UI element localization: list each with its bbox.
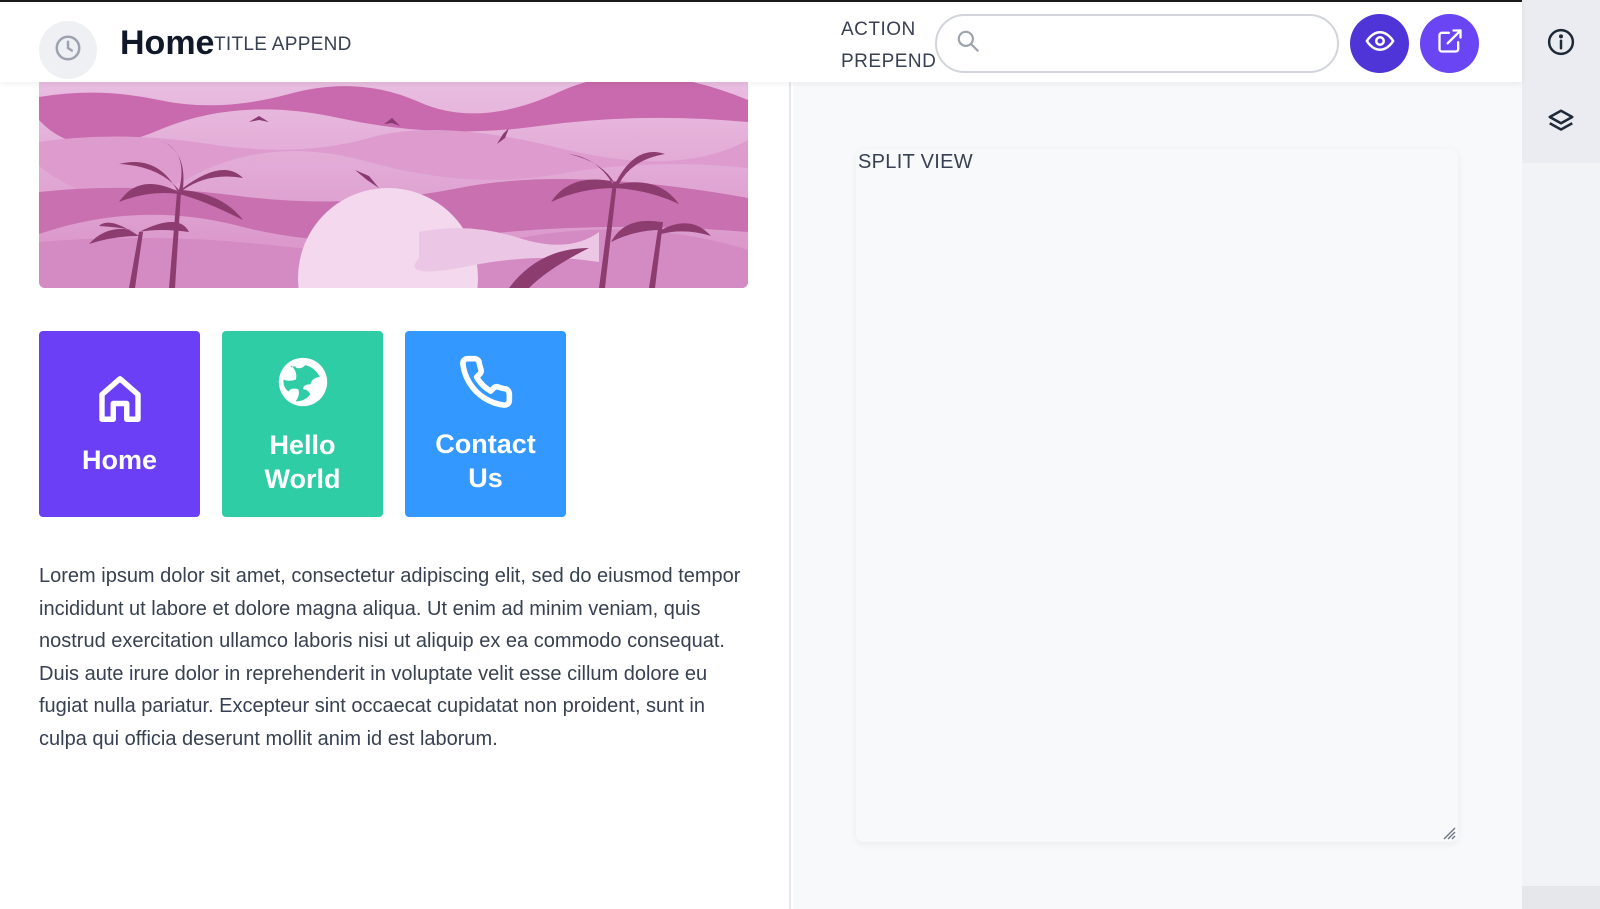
info-icon[interactable] bbox=[1545, 26, 1577, 58]
clock-icon bbox=[53, 33, 83, 68]
search-input[interactable] bbox=[991, 33, 1321, 54]
external-link-icon bbox=[1436, 27, 1464, 60]
banner-image bbox=[39, 82, 748, 288]
split-view-card[interactable]: SPLIT VIEW bbox=[856, 149, 1458, 842]
action-prepend: ACTION PREPEND bbox=[841, 14, 936, 78]
content-pane: Home Hello World Contact Us Lorem ipsum … bbox=[0, 82, 791, 909]
history-button[interactable] bbox=[39, 21, 97, 79]
split-view-pane: SPLIT VIEW bbox=[793, 82, 1522, 909]
resize-handle-icon[interactable] bbox=[1438, 822, 1456, 840]
tile-contact-us-label: Contact Us bbox=[435, 428, 536, 493]
action-prepend-line-1: ACTION bbox=[841, 19, 916, 40]
page-title: Home bbox=[120, 24, 215, 62]
tile-home-label: Home bbox=[81, 444, 157, 475]
preview-button[interactable] bbox=[1350, 14, 1409, 73]
search-icon bbox=[955, 28, 981, 59]
search-box[interactable] bbox=[935, 14, 1339, 73]
eye-icon bbox=[1365, 26, 1395, 61]
rail-bottom-strip bbox=[1522, 886, 1600, 909]
open-external-button[interactable] bbox=[1420, 14, 1479, 73]
globe-icon bbox=[274, 353, 332, 416]
top-bar: Home TITLE APPEND ACTION PREPEND bbox=[0, 0, 1522, 82]
tile-contact-us[interactable]: Contact Us bbox=[405, 331, 566, 517]
action-prepend-line-2: PREPEND bbox=[841, 51, 937, 72]
tile-home[interactable]: Home bbox=[39, 331, 200, 517]
title-append: TITLE APPEND bbox=[214, 34, 352, 55]
body-paragraph: Lorem ipsum dolor sit amet, consectetur … bbox=[39, 565, 741, 750]
split-view-label: SPLIT VIEW bbox=[858, 151, 973, 173]
phone-icon bbox=[458, 354, 514, 415]
layers-icon[interactable] bbox=[1545, 106, 1577, 138]
rail-top-section bbox=[1522, 0, 1600, 163]
tile-hello-world[interactable]: Hello World bbox=[222, 331, 383, 517]
right-rail bbox=[1522, 0, 1600, 909]
house-icon bbox=[93, 372, 147, 431]
tile-hello-world-label: Hello World bbox=[264, 429, 341, 494]
